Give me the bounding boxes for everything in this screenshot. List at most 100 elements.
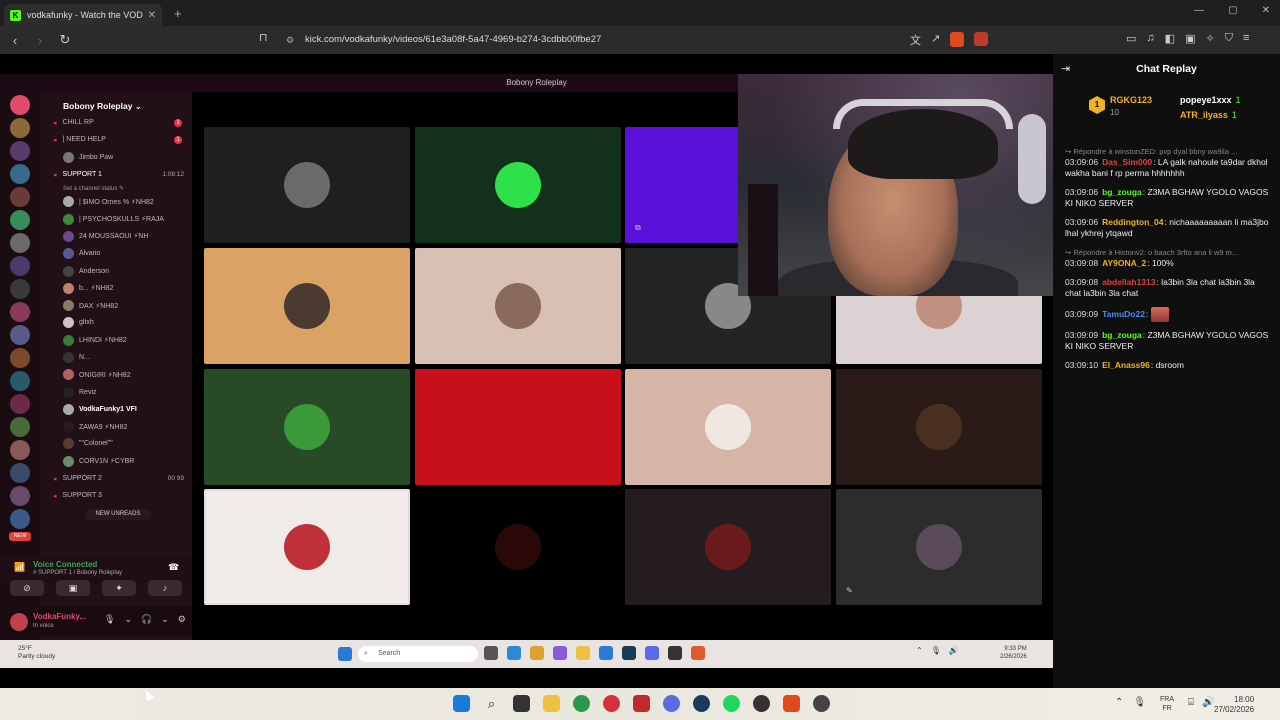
browser-tab[interactable]: K vodkafunky - Watch the VOD ✕	[4, 4, 162, 26]
leo-icon[interactable]: ✧	[1205, 32, 1214, 45]
server-icon[interactable]	[10, 141, 30, 161]
chevron-up-icon[interactable]: ⌃	[1115, 697, 1123, 708]
chat-username[interactable]: El_Anass96	[1102, 360, 1150, 370]
server-icon[interactable]	[10, 302, 30, 322]
spotify-icon[interactable]	[723, 695, 740, 712]
brave-shields-icon[interactable]	[950, 32, 965, 47]
participant-tile[interactable]	[836, 369, 1042, 485]
voice-member[interactable]: ZAWA9 ⚡NH82	[40, 418, 192, 435]
gear-icon[interactable]: ⚙	[178, 614, 186, 625]
participant-tile[interactable]	[415, 369, 621, 485]
voice-channel[interactable]: ◂ SUPPORT 1 1:08:12	[40, 166, 192, 183]
voice-member[interactable]: b... ⚡NH82	[40, 280, 192, 297]
server-icon[interactable]	[10, 394, 30, 414]
camera-off-button[interactable]: ⊘	[10, 580, 44, 596]
back-button[interactable]: ‹	[5, 33, 25, 48]
voice-member[interactable]: Alvario	[40, 245, 192, 262]
voice-channel-label[interactable]: # SUPPORT 1 / Bobony Roleplay	[33, 570, 122, 576]
chat-username[interactable]: bg_zouga	[1102, 330, 1142, 340]
share-icon[interactable]: ↗	[931, 32, 940, 48]
steam-icon[interactable]	[693, 695, 710, 712]
chat-username[interactable]: abdellah1313	[1102, 277, 1155, 287]
language-indicator[interactable]: FRA FR	[1160, 695, 1174, 713]
participant-tile[interactable]	[204, 369, 410, 485]
voice-member[interactable]: DAX ⚡NH82	[40, 297, 192, 314]
mic-icon[interactable]: 🎙	[104, 614, 115, 625]
start-icon[interactable]	[453, 695, 470, 712]
server-icon[interactable]	[10, 118, 30, 138]
participant-tile[interactable]	[415, 248, 621, 364]
forward-button[interactable]: ›	[30, 33, 50, 48]
chrome-icon[interactable]	[573, 695, 590, 712]
bookmark-icon[interactable]: ⊓	[259, 31, 268, 44]
voice-member[interactable]: VodkaFunky1 VFI	[40, 401, 192, 418]
voice-member[interactable]: Jimbo Paw	[40, 149, 192, 166]
server-icon[interactable]	[10, 256, 30, 276]
participant-tile[interactable]	[204, 248, 410, 364]
network-volume[interactable]: ⌸ 🔊	[1188, 697, 1214, 708]
server-icon[interactable]	[10, 348, 30, 368]
server-icon[interactable]	[10, 210, 30, 230]
chat-username[interactable]: TamuDo22	[1102, 309, 1145, 319]
voice-member[interactable]: 24 MOUSSAOUI ⚡NH	[40, 228, 192, 245]
vpn-icon[interactable]: ⛉	[1225, 32, 1233, 45]
participant-tile[interactable]	[415, 127, 621, 243]
discord-icon[interactable]	[663, 695, 680, 712]
voice-member[interactable]: Anderson	[40, 262, 192, 279]
top-gifter-name[interactable]: RGKG123	[1110, 95, 1152, 105]
server-icon[interactable]	[10, 486, 30, 506]
participant-tile[interactable]: ✎	[836, 489, 1042, 605]
discord-home-icon[interactable]	[10, 95, 30, 115]
minimize-button[interactable]: —	[1194, 5, 1204, 16]
search-icon[interactable]: ⌕	[483, 695, 500, 712]
soundboard-button[interactable]: ♪	[148, 580, 182, 596]
translate-icon[interactable]: 文	[910, 32, 921, 48]
participant-tile[interactable]	[415, 489, 621, 605]
brave-icon[interactable]	[783, 695, 800, 712]
obs-icon[interactable]	[753, 695, 770, 712]
maximize-button[interactable]: ▢	[1228, 5, 1237, 16]
channel-status[interactable]: Set a channel status ✎	[40, 183, 192, 193]
chat-username[interactable]: bg_zouga	[1102, 187, 1142, 197]
server-icon[interactable]	[10, 233, 30, 253]
voice-member[interactable]: ""Colonel""	[40, 435, 192, 452]
voice-member[interactable]: ONIGIRI ⚡NH82	[40, 366, 192, 383]
file-explorer-icon[interactable]	[543, 695, 560, 712]
server-icon[interactable]	[10, 164, 30, 184]
voice-member[interactable]: | PSYCHOSKULLS ⚡RAJA	[40, 210, 192, 227]
new-unreads-pill[interactable]: NEW UNREADS	[85, 508, 151, 520]
chevron-down-icon[interactable]: ⌄	[124, 614, 132, 625]
rewards-icon[interactable]	[974, 32, 989, 46]
mic-icon[interactable]: 🎙	[1133, 697, 1146, 708]
music-icon[interactable]: ♫	[1146, 32, 1154, 45]
close-window-button[interactable]: ✕	[1262, 5, 1270, 16]
voice-member[interactable]: gltxh	[40, 314, 192, 331]
server-icon[interactable]	[10, 509, 30, 529]
opera-icon[interactable]	[603, 695, 620, 712]
tab-close-icon[interactable]: ✕	[148, 10, 156, 21]
address-bar[interactable]: ⚙ kick.com/vodkafunky/videos/61e3a08f-5a…	[282, 31, 1002, 49]
task-view-icon[interactable]	[513, 695, 530, 712]
voice-channel[interactable]: ◂ SUPPORT 3	[40, 487, 192, 504]
cast-icon[interactable]: ▭	[1126, 32, 1136, 45]
avatar[interactable]	[10, 613, 28, 631]
reload-button[interactable]: ↻	[55, 32, 75, 48]
headphones-icon[interactable]: 🎧	[141, 614, 152, 625]
sidebar-icon[interactable]: ◧	[1165, 32, 1175, 45]
voice-channel[interactable]: ◂ SUPPORT 2 00 99	[40, 470, 192, 487]
screen-share-button[interactable]: ▣	[56, 580, 90, 596]
activities-button[interactable]: ✦	[102, 580, 136, 596]
disconnect-icon[interactable]: ☎	[168, 562, 179, 573]
chat-username[interactable]: Reddington_04	[1102, 217, 1163, 227]
voice-member[interactable]: | $IMO Ornes % ⚡NH82	[40, 193, 192, 210]
server-icon[interactable]	[10, 187, 30, 207]
system-clock[interactable]: 18:00 27/02/2026	[1214, 695, 1254, 715]
voice-member[interactable]: LHINDI ⚡NH82	[40, 332, 192, 349]
voice-member[interactable]: Reviz	[40, 383, 192, 400]
gifter-entry[interactable]: ATR_ilyass 1	[1180, 110, 1237, 120]
chat-username[interactable]: Das_Sim000	[1102, 157, 1152, 167]
server-icon[interactable]	[10, 371, 30, 391]
server-name[interactable]: Bobony Roleplay ⌄	[40, 92, 192, 114]
gifter-entry[interactable]: popeye1xxx 1	[1180, 95, 1241, 105]
chat-username[interactable]: AY9ONA_2	[1102, 258, 1146, 268]
